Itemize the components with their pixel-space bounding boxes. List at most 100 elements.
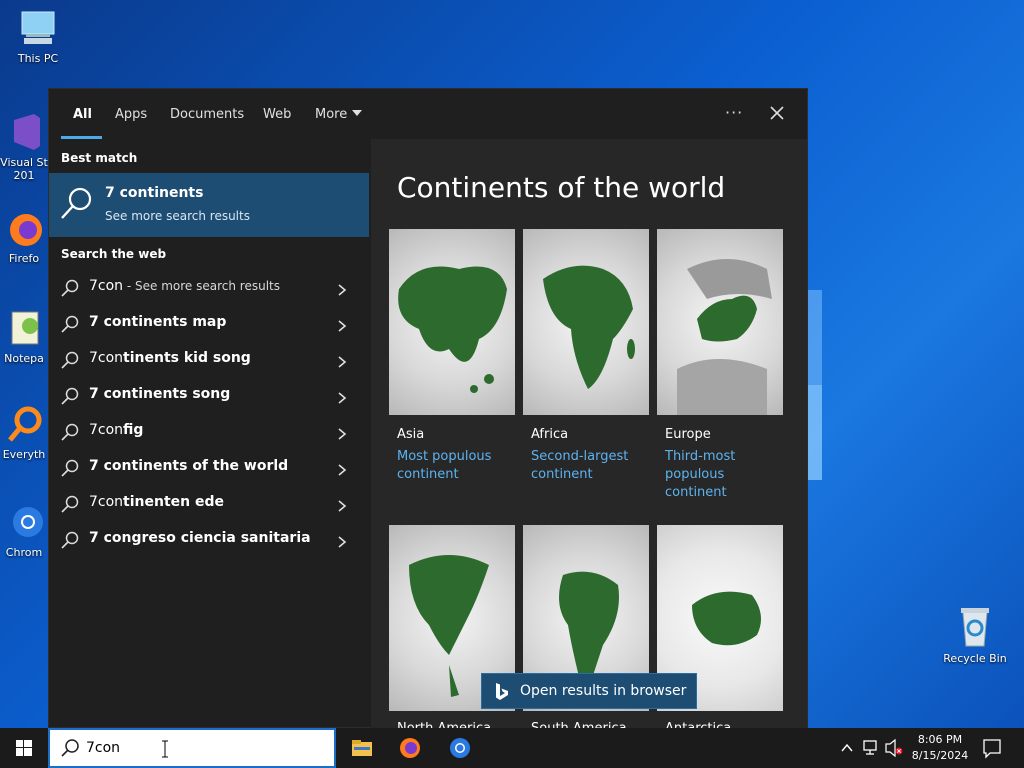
desktop-icon-recycle-bin[interactable]: Recycle Bin <box>938 604 1012 665</box>
everything-search-icon <box>4 404 44 444</box>
best-match-heading: Best match <box>61 151 138 165</box>
clock-time: 8:06 PM <box>917 733 963 746</box>
web-result-completion: tinenten ede <box>123 494 225 510</box>
tab-web[interactable]: Web <box>263 107 291 122</box>
volume-muted-icon[interactable] <box>884 728 904 768</box>
windows-logo-icon <box>16 740 32 756</box>
search-icon <box>59 185 95 221</box>
best-match-title: 7 continents <box>105 185 204 201</box>
desktop-icon-label: Notepa <box>4 352 44 365</box>
continent-name: Europe <box>665 427 711 442</box>
web-result-item[interactable]: 7 continents map <box>49 305 369 341</box>
web-result-text: 7con <box>89 278 124 294</box>
desktop-icon-label: This PC <box>17 52 59 65</box>
tab-documents[interactable]: Documents <box>170 107 244 122</box>
web-result-item[interactable]: 7con - See more search results <box>49 269 369 305</box>
open-results-in-browser-button[interactable]: Open results in browser <box>481 673 697 709</box>
this-pc-icon <box>18 8 58 48</box>
search-preview-pane: Continents of the world Asia Most populo… <box>371 139 807 729</box>
search-panel: All Apps Documents Web More ··· Best mat… <box>48 88 809 729</box>
ellipsis-icon[interactable]: ··· <box>725 103 743 122</box>
web-result-item[interactable]: 7 continents of the world <box>49 449 369 485</box>
tab-more[interactable]: More <box>315 107 363 122</box>
continent-name: Africa <box>531 427 569 442</box>
chevron-right-icon <box>337 317 347 332</box>
continent-description[interactable]: Third-most populous continent <box>665 448 777 502</box>
taskbar: 7con 8:06 PM 8/15/2024 <box>0 728 1024 768</box>
desktop-icon-notepad[interactable]: Notepa <box>0 308 48 365</box>
notepad-plus-icon <box>4 308 44 348</box>
continent-description[interactable]: Second-largest continent <box>531 448 643 484</box>
start-button[interactable] <box>0 728 48 768</box>
web-result-text: 7 continents song <box>89 386 231 402</box>
web-result-text: 7con <box>89 494 124 510</box>
web-result-item[interactable]: 7continenten ede <box>49 485 369 521</box>
desktop-icon-everything[interactable]: Everyth <box>0 404 48 461</box>
web-result-item[interactable]: 7continents kid song <box>49 341 369 377</box>
web-result-item[interactable]: 7 congreso ciencia sanitaria <box>49 521 369 557</box>
tab-apps[interactable]: Apps <box>115 107 147 122</box>
chevron-right-icon <box>337 389 347 404</box>
show-hidden-icons-icon[interactable] <box>840 728 854 768</box>
best-match-result[interactable]: 7 continents See more search results <box>49 173 369 237</box>
chevron-right-icon <box>337 281 347 296</box>
desktop-icon-label: Visual St 201 <box>0 156 48 182</box>
recycle-bin-icon <box>955 604 995 648</box>
firefox-icon <box>4 208 44 248</box>
search-icon <box>61 739 79 757</box>
continent-card-africa[interactable]: Africa Second-largest continent <box>523 229 649 484</box>
close-icon[interactable] <box>767 103 787 123</box>
chromium-icon <box>4 502 44 542</box>
continent-name: Asia <box>397 427 425 442</box>
tab-all[interactable]: All <box>73 107 92 122</box>
taskbar-clock[interactable]: 8:06 PM 8/15/2024 <box>906 732 974 764</box>
continent-card-asia[interactable]: Asia Most populous continent <box>389 229 515 484</box>
search-icon <box>61 423 79 441</box>
chevron-down-icon <box>352 110 363 116</box>
taskbar-search-input[interactable]: 7con <box>48 728 336 768</box>
web-result-subtext: - See more search results <box>123 279 280 293</box>
web-result-item[interactable]: 7 continents song <box>49 377 369 413</box>
search-icon <box>61 387 79 405</box>
web-result-completion: fig <box>123 422 144 438</box>
search-tabs: All Apps Documents Web More ··· <box>49 89 809 139</box>
action-center-icon[interactable] <box>982 728 1002 768</box>
search-icon <box>61 531 79 549</box>
web-result-text: 7con <box>89 422 124 438</box>
web-result-text: 7 congreso ciencia sanitaria <box>89 530 311 546</box>
open-results-label: Open results in browser <box>520 683 687 699</box>
search-icon <box>61 351 79 369</box>
desktop-light-beam-lower <box>808 385 822 480</box>
web-result-item[interactable]: 7config <box>49 413 369 449</box>
africa-globe-image <box>523 229 649 415</box>
clock-date: 8/15/2024 <box>911 749 969 762</box>
chevron-right-icon <box>337 497 347 512</box>
desktop-icon-firefox[interactable]: Firefo <box>0 208 48 265</box>
desktop-icon-label: Chrom <box>5 546 43 559</box>
preview-title: Continents of the world <box>397 171 726 204</box>
firefox-icon[interactable] <box>398 736 422 760</box>
web-result-text: 7 continents map <box>89 314 227 330</box>
chevron-right-icon <box>337 353 347 368</box>
search-results-list: Best match 7 continents See more search … <box>49 139 369 729</box>
chevron-right-icon <box>337 425 347 440</box>
tab-more-label: More <box>315 107 348 122</box>
search-icon <box>61 459 79 477</box>
desktop-icon-visual-studio[interactable]: Visual St 201 <box>0 112 48 182</box>
file-explorer-icon[interactable] <box>350 736 374 760</box>
web-result-text: 7 continents of the world <box>89 458 289 474</box>
visual-studio-icon <box>4 112 44 152</box>
network-icon[interactable] <box>862 728 880 768</box>
chevron-right-icon <box>337 533 347 548</box>
desktop-icon-this-pc[interactable]: This PC <box>2 8 74 65</box>
continent-description[interactable]: Most populous continent <box>397 448 509 484</box>
web-result-text: 7con <box>89 350 124 366</box>
search-the-web-heading: Search the web <box>61 247 167 261</box>
asia-globe-image <box>389 229 515 415</box>
chevron-right-icon <box>337 461 347 476</box>
desktop-icon-chrome[interactable]: Chrom <box>0 502 48 559</box>
continent-card-europe[interactable]: Europe Third-most populous continent <box>657 229 783 502</box>
chromium-icon[interactable] <box>448 736 472 760</box>
recycle-bin-label: Recycle Bin <box>943 652 1007 665</box>
search-icon <box>61 315 79 333</box>
